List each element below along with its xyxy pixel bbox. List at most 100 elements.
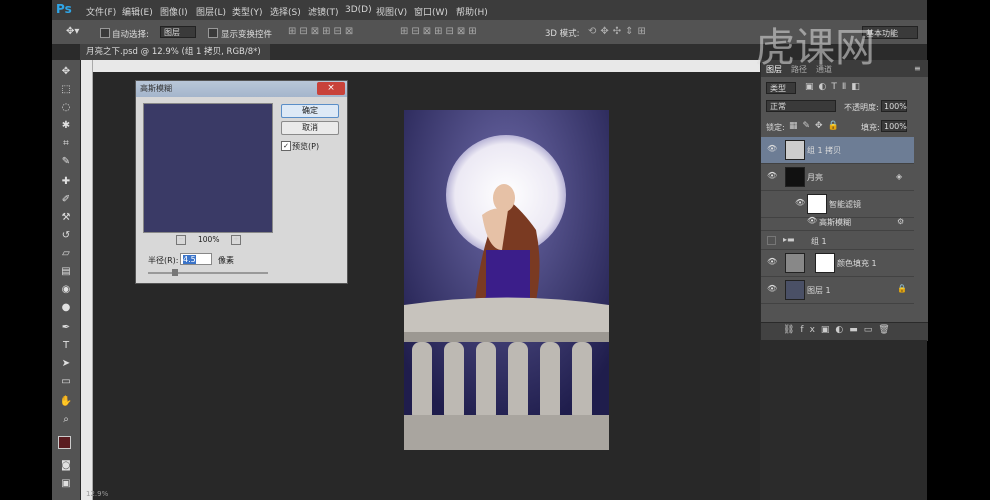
visibility-eye-icon[interactable]: 👁 <box>767 172 777 180</box>
menu-help[interactable]: 帮助(H) <box>456 5 488 18</box>
eyedropper-icon[interactable]: ✎ <box>59 156 73 168</box>
history-brush-icon[interactable]: ↺ <box>59 230 73 242</box>
clone-stamp-icon[interactable]: ⚒ <box>59 212 73 224</box>
gradient-tool-icon[interactable]: ▤ <box>59 266 73 278</box>
radius-slider-track[interactable] <box>148 272 268 274</box>
layer-row-group1[interactable]: ▸▬ 组 1 <box>761 231 914 250</box>
3d-mode-icons[interactable]: ⟲✥✣⇕⊞ <box>588 26 650 37</box>
visibility-eye-icon[interactable]: 👁 <box>767 285 777 293</box>
menu-layer[interactable]: 图层(L) <box>196 5 226 18</box>
menu-type[interactable]: 类型(Y) <box>232 5 263 18</box>
smart-object-icon: ◈ <box>896 172 903 181</box>
radius-slider-handle[interactable] <box>172 269 178 276</box>
image-artwork <box>404 110 609 450</box>
filter-type-text: 类型 <box>770 84 786 93</box>
layer-thumbnail <box>785 253 805 273</box>
layer-row-color-fill[interactable]: 👁 颜色填充 1 <box>761 250 914 277</box>
layer-thumbnail <box>785 140 805 160</box>
menu-image[interactable]: 图像(I) <box>160 5 188 18</box>
group-folder-icon: ▸▬ <box>783 235 795 244</box>
lock-icons[interactable]: ▦✎✥🔒 <box>789 121 844 131</box>
auto-select-checkbox[interactable] <box>100 28 110 38</box>
filter-options-icon[interactable]: ⚙ <box>897 217 904 226</box>
align-icons[interactable]: ⊞⊟⊠⊞⊟⊠ <box>288 26 356 37</box>
pen-tool-icon[interactable]: ✒ <box>59 322 73 334</box>
filter-mask-thumbnail <box>807 194 827 214</box>
radius-label: 半径(R): <box>148 256 179 265</box>
menu-3d[interactable]: 3D(D) <box>345 5 372 15</box>
path-select-icon[interactable]: ➤ <box>59 358 73 370</box>
move-tool-icon[interactable]: ✥▾ <box>66 26 79 37</box>
screen-mode-icon[interactable]: ▣ <box>59 478 73 490</box>
auto-select-dropdown[interactable]: 图层 <box>160 26 196 38</box>
menu-file[interactable]: 文件(F) <box>86 5 116 18</box>
blend-mode-dropdown[interactable]: 正常 <box>766 100 836 112</box>
magic-wand-icon[interactable]: ✱ <box>59 120 73 132</box>
layer-name: 高斯模糊 <box>819 218 851 227</box>
marquee-tool-icon[interactable]: ⬚ <box>59 84 73 96</box>
distribute-icons[interactable]: ⊞⊟⊠⊞⊟⊠⊞ <box>400 26 480 37</box>
preview-checkbox[interactable]: ✓ <box>281 141 291 151</box>
dialog-title: 高斯模糊 <box>136 81 347 97</box>
lock-label: 锁定: <box>766 123 785 132</box>
cancel-button[interactable]: 取消 <box>281 121 339 135</box>
visibility-eye-icon[interactable]: 👁 <box>767 258 777 266</box>
layer-name: 组 1 拷贝 <box>807 146 842 155</box>
shape-tool-icon[interactable]: ▭ <box>59 376 73 388</box>
menu-window[interactable]: 窗口(W) <box>414 5 448 18</box>
document-image[interactable] <box>404 110 609 450</box>
eraser-icon[interactable]: ▱ <box>59 248 73 260</box>
brush-tool-icon[interactable]: ✐ <box>59 194 73 206</box>
crop-tool-icon[interactable]: ⌗ <box>59 138 73 150</box>
layer-filter-type[interactable]: 类型 <box>766 82 796 94</box>
layer-row-gaussian-blur[interactable]: 👁 高斯模糊 ⚙ <box>761 212 914 231</box>
ps-logo: Ps <box>56 2 72 16</box>
preview-label: 预览(P) <box>292 142 320 151</box>
menu-select[interactable]: 选择(S) <box>270 5 301 18</box>
visibility-eye-icon[interactable]: 👁 <box>795 199 805 207</box>
visibility-eye-icon[interactable]: 👁 <box>807 217 817 225</box>
panel-menu-icon[interactable]: ≡ <box>914 64 921 73</box>
layer-name: 组 1 <box>811 237 827 246</box>
layer-row-moon[interactable]: 👁 月亮 ◈ <box>761 164 914 191</box>
blur-tool-icon[interactable]: ◉ <box>59 284 73 296</box>
layer-name: 智能滤镜 <box>829 200 861 209</box>
zoom-in-icon[interactable]: + <box>231 235 241 245</box>
zoom-tool-icon[interactable]: ⌕ <box>59 414 73 426</box>
fill-label: 填充: <box>861 123 880 132</box>
foreground-color-swatch[interactable] <box>58 436 71 449</box>
letterbox-left <box>0 0 52 500</box>
opacity-input[interactable]: 100% <box>881 100 907 112</box>
layers-footer-icons[interactable]: ⛓fx▣◐▬▭🗑 <box>783 325 896 335</box>
dialog-close-button[interactable]: × <box>317 82 345 95</box>
letterbox-right <box>927 0 990 500</box>
ok-button[interactable]: 确定 <box>281 104 339 118</box>
dodge-tool-icon[interactable]: ● <box>59 302 73 314</box>
blur-preview[interactable] <box>143 103 273 233</box>
visibility-eye-icon[interactable]: 👁 <box>767 145 777 153</box>
document-tab[interactable]: 月亮之下.psd @ 12.9% (组 1 拷贝, RGB/8*) *× <box>80 44 270 73</box>
auto-select-label: 自动选择: <box>112 30 149 40</box>
zoom-out-icon[interactable]: − <box>176 235 186 245</box>
layer-filter-icons[interactable]: ▣◐TⅡ◧ <box>805 82 865 92</box>
quick-mask-icon[interactable]: ◙ <box>59 460 73 472</box>
3d-mode-label: 3D 模式: <box>545 29 580 39</box>
hand-tool-icon[interactable]: ✋ <box>59 396 73 408</box>
panel-empty-area <box>760 340 927 500</box>
layer-thumbnail <box>785 280 805 300</box>
healing-brush-icon[interactable]: ✚ <box>59 176 73 188</box>
lasso-tool-icon[interactable]: ◌ <box>59 102 73 114</box>
layer-row-group1-copy[interactable]: 👁 组 1 拷贝 <box>761 137 914 164</box>
visibility-off-box[interactable] <box>767 236 776 245</box>
move-tool-icon[interactable]: ✥ <box>59 66 73 78</box>
menu-filter[interactable]: 滤镜(T) <box>308 5 339 18</box>
gaussian-blur-dialog: 高斯模糊 × − 100% + 确定 取消 ✓ 预览(P) 半径(R): 4.5… <box>135 80 348 284</box>
radius-input[interactable]: 4.5 <box>180 253 212 265</box>
show-transform-checkbox[interactable] <box>208 28 218 38</box>
fill-input[interactable]: 100% <box>881 120 907 132</box>
menu-edit[interactable]: 编辑(E) <box>122 5 153 18</box>
type-tool-icon[interactable]: T <box>59 340 73 352</box>
layer-row-layer1[interactable]: 👁 图层 1 🔒 <box>761 277 914 304</box>
watermark-logo: 虎课网 <box>755 25 875 71</box>
menu-view[interactable]: 视图(V) <box>376 5 407 18</box>
